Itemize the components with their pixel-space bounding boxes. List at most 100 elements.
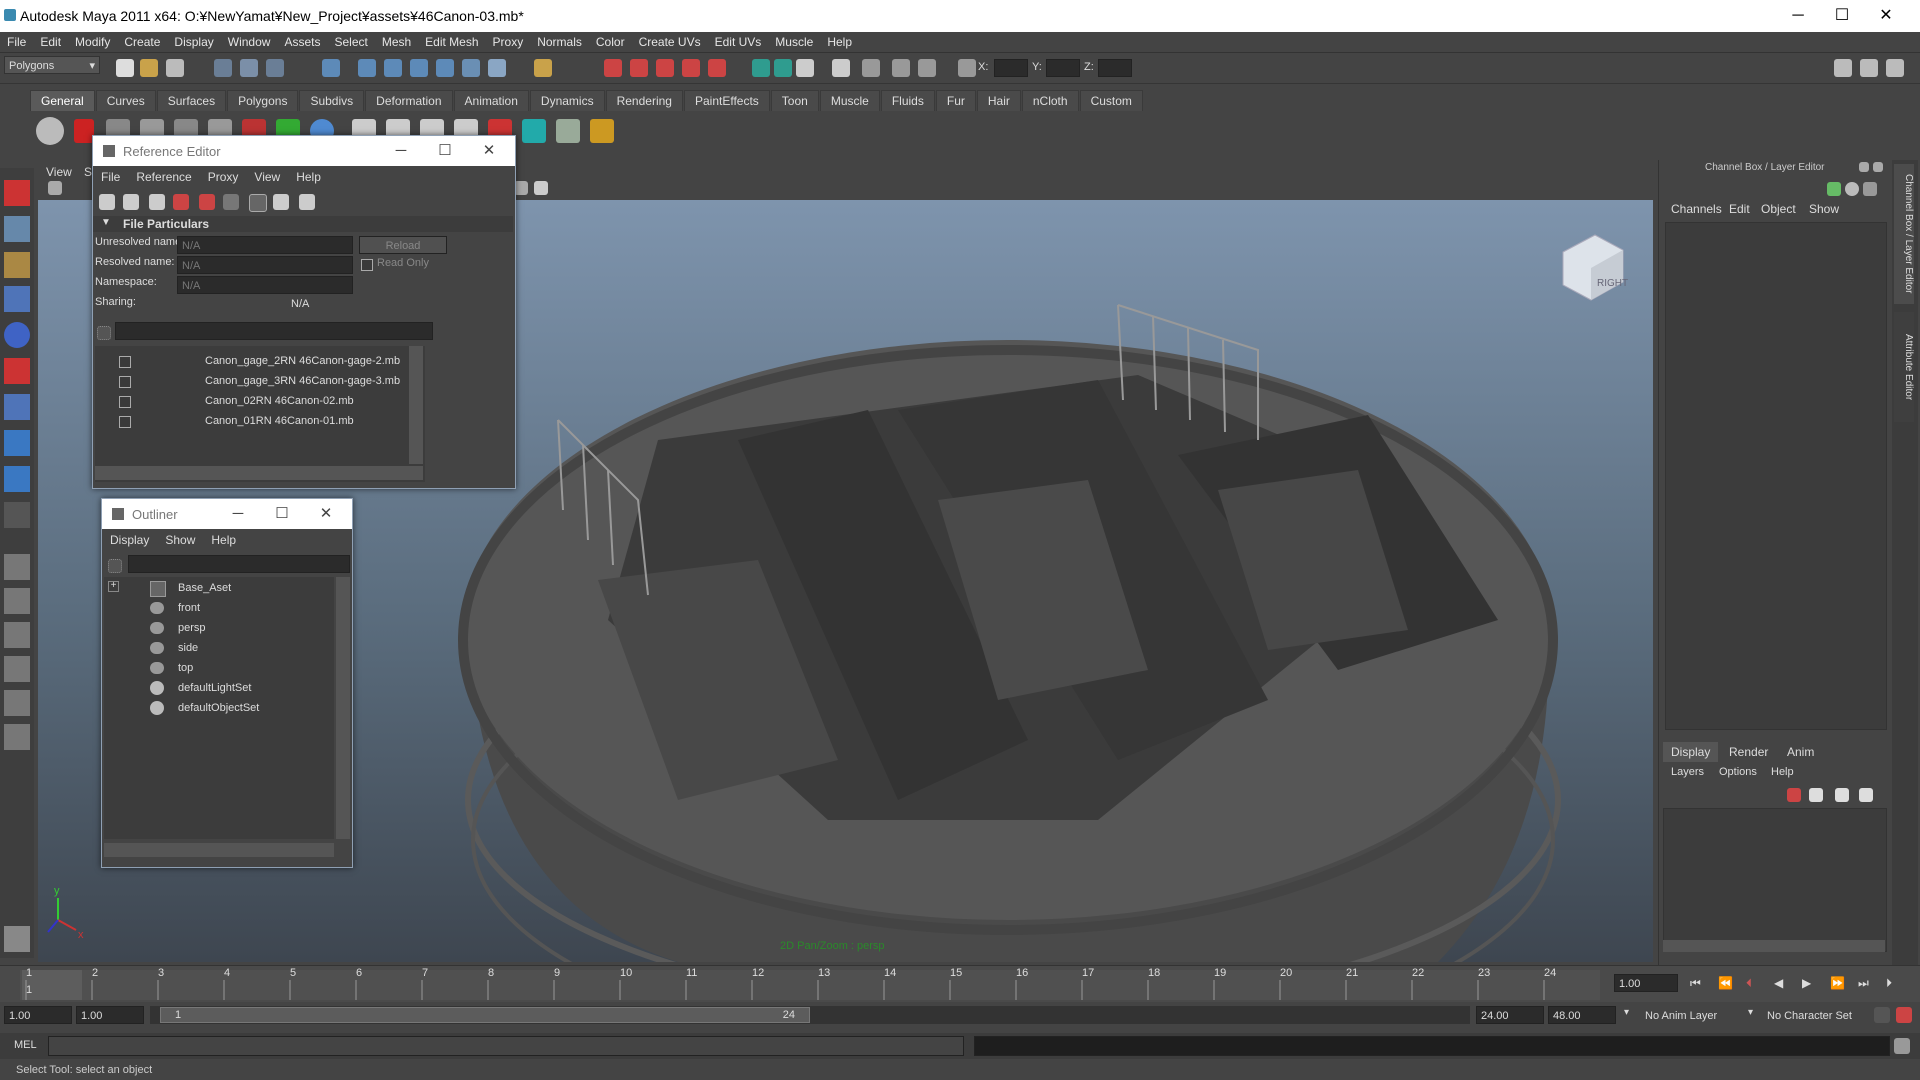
start-time-field[interactable]: 1.00 (4, 1006, 72, 1024)
auto-key-icon[interactable] (1874, 1007, 1890, 1023)
layer-scrollbar[interactable] (1663, 940, 1885, 952)
minimize-button[interactable]: ─ (383, 140, 419, 162)
slider-icon[interactable] (1863, 182, 1877, 196)
list-item[interactable]: Canon_01RN 46Canon-01.mb (95, 412, 405, 432)
open-scene-icon[interactable] (140, 59, 158, 77)
reference-editor-titlebar[interactable]: Reference Editor ─ ☐ ✕ (93, 136, 515, 166)
menu-display[interactable]: Display (167, 32, 220, 49)
ref-menu-proxy[interactable]: Proxy (200, 166, 247, 186)
unload-reference-icon[interactable] (123, 194, 139, 210)
select-object-icon[interactable] (240, 59, 258, 77)
ref-menu-view[interactable]: View (246, 166, 288, 186)
minimize-button[interactable]: ─ (1778, 4, 1818, 28)
playback-end-field[interactable]: 24.00 (1476, 1006, 1544, 1024)
attribute-spread-icon[interactable] (918, 59, 936, 77)
render-current-frame-icon[interactable] (604, 59, 622, 77)
go-to-start-icon[interactable]: ⏮ (1690, 976, 1701, 991)
outliner-hscrollbar[interactable] (104, 843, 334, 857)
channel-show-menu[interactable]: Show (1809, 202, 1839, 216)
reference-checkbox[interactable] (119, 376, 131, 388)
namespace-field[interactable]: N/A (177, 276, 353, 294)
go-to-end-icon[interactable]: ⏭ (1858, 976, 1869, 991)
list-item[interactable]: + Base_Aset (104, 579, 320, 599)
range-slider-handle[interactable]: 1 24 (160, 1007, 810, 1023)
maximize-button[interactable]: ☐ (1822, 4, 1862, 28)
playback-start-field[interactable]: 1.00 (76, 1006, 144, 1024)
list-view-icon[interactable] (249, 194, 267, 212)
outliner-vscrollbar[interactable] (336, 577, 350, 839)
graph-editor-icon[interactable] (862, 59, 880, 77)
snap-surface-icon[interactable] (436, 59, 454, 77)
output-line-icon[interactable] (774, 59, 792, 77)
snap-grid-icon[interactable] (322, 59, 340, 77)
read-only-checkbox[interactable] (361, 259, 373, 271)
layer-move-up-icon[interactable] (1835, 788, 1849, 802)
new-layer-icon[interactable] (1787, 788, 1801, 802)
rotate-tool-icon[interactable] (4, 322, 30, 348)
input-line-icon[interactable] (752, 59, 770, 77)
close-button[interactable]: ✕ (308, 503, 344, 525)
layers-menu[interactable]: Layers (1671, 766, 1704, 778)
tab-muscle[interactable]: Muscle (819, 90, 880, 111)
menu-mesh[interactable]: Mesh (375, 32, 418, 49)
layer-tab-display[interactable]: Display (1663, 742, 1719, 762)
play-backward-icon[interactable]: ◀ (1774, 976, 1783, 990)
speed-icon[interactable] (1845, 182, 1859, 196)
reload-reference-icon[interactable] (99, 194, 115, 210)
toggle-channel-box-icon[interactable] (1834, 59, 1852, 77)
outliner-menu-display[interactable]: Display (102, 529, 157, 549)
menu-edit-mesh[interactable]: Edit Mesh (418, 32, 485, 49)
lock-icon[interactable] (534, 59, 552, 77)
flat-view-icon[interactable] (299, 194, 315, 210)
help-icon[interactable] (488, 59, 506, 77)
save-scene-icon[interactable] (166, 59, 184, 77)
shelf-menu-icon[interactable] (36, 117, 64, 145)
viewport-panel-icon[interactable] (514, 181, 528, 195)
menu-help[interactable]: Help (820, 32, 859, 49)
panel-close-icon[interactable] (1873, 162, 1883, 172)
outliner-toggle-icon[interactable] (832, 59, 850, 77)
menu-select[interactable]: Select (327, 32, 374, 49)
scale-tool-icon[interactable] (4, 358, 30, 384)
time-ruler[interactable] (0, 966, 1600, 1002)
anim-layer-selector[interactable]: No Anim Layer (1640, 1006, 1744, 1024)
menu-muscle[interactable]: Muscle (768, 32, 820, 49)
new-scene-icon[interactable] (116, 59, 134, 77)
tab-general[interactable]: General (30, 90, 95, 111)
y-coord-field[interactable] (1046, 59, 1080, 77)
unresolved-name-field[interactable]: N/A (177, 236, 353, 254)
menu-create[interactable]: Create (117, 32, 167, 49)
tab-surfaces[interactable]: Surfaces (156, 90, 227, 111)
layer-move-down-icon[interactable] (1859, 788, 1873, 802)
filter-icon[interactable] (108, 559, 122, 573)
reload-button[interactable]: Reload (359, 236, 447, 254)
custom-layout-icon[interactable] (4, 724, 30, 750)
show-manipulator-icon[interactable] (4, 466, 30, 492)
snap-curve-icon[interactable] (358, 59, 376, 77)
persp-outliner-layout-icon[interactable] (4, 622, 30, 648)
ipr-render-icon[interactable] (630, 59, 648, 77)
layer-options-menu[interactable]: Options (1719, 766, 1757, 778)
snap-point-icon[interactable] (384, 59, 402, 77)
soft-mod-tool-icon[interactable] (4, 430, 30, 456)
mel-label[interactable]: MEL (14, 1039, 37, 1051)
channel-box-side-tab[interactable]: Channel Box / Layer Editor (1894, 164, 1914, 304)
layer-help-menu[interactable]: Help (1771, 766, 1794, 778)
time-slider[interactable]: 1 2 3 4 5 6 7 8 9 10 11 12 13 14 15 16 1… (0, 965, 1920, 1002)
import-reference-icon[interactable] (173, 194, 189, 210)
reference-filter-field[interactable] (115, 322, 433, 340)
play-forward-icon[interactable]: ▶ (1802, 976, 1811, 990)
ref-menu-help[interactable]: Help (288, 166, 329, 186)
menu-file[interactable]: File (0, 32, 33, 49)
persp-graph-layout-icon[interactable] (4, 656, 30, 682)
expand-icon[interactable]: + (108, 581, 119, 592)
tab-painteffects[interactable]: PaintEffects (683, 90, 770, 111)
tab-curves[interactable]: Curves (95, 90, 156, 111)
list-item[interactable]: side (104, 639, 320, 659)
tab-ncloth[interactable]: nCloth (1021, 90, 1079, 111)
shelf-tool-icon[interactable] (522, 119, 546, 143)
end-time-field[interactable]: 48.00 (1548, 1006, 1616, 1024)
script-editor-button-icon[interactable] (1894, 1038, 1910, 1054)
viewport-isolate-icon[interactable] (534, 181, 548, 195)
replace-reference-icon[interactable] (223, 194, 239, 210)
